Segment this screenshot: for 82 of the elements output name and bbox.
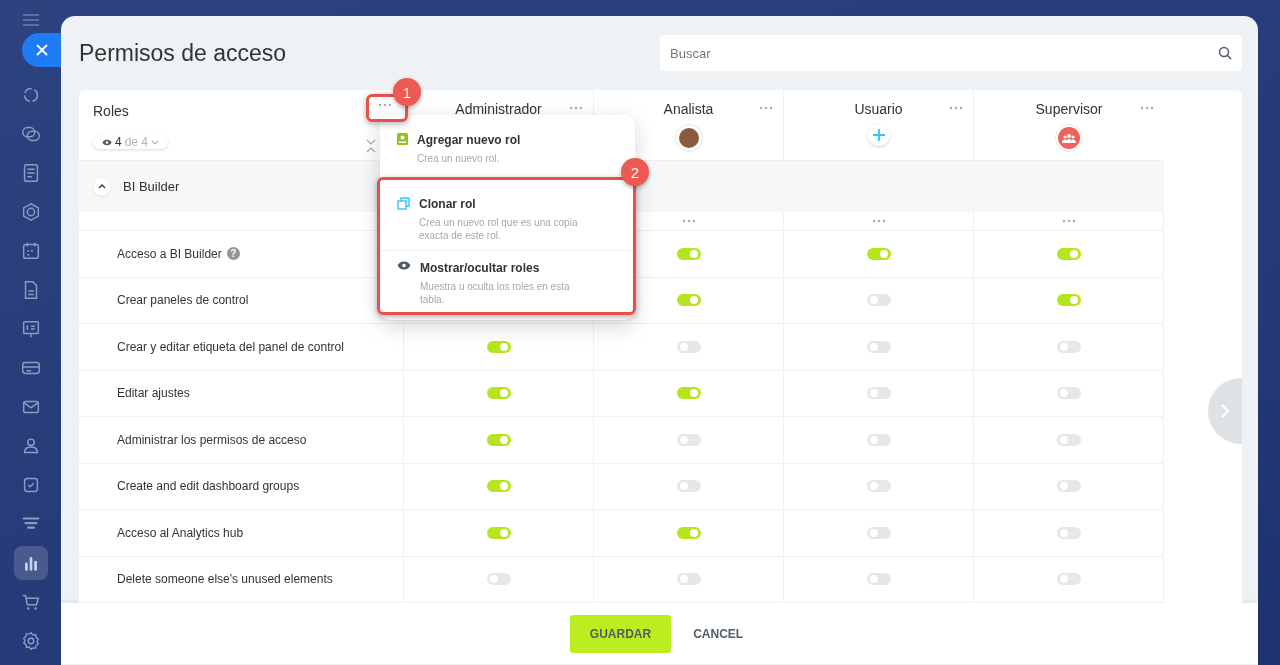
permission-label: Create and edit dashboard groups: [117, 479, 300, 494]
toggle-switch[interactable]: [676, 387, 701, 400]
toggle-switch[interactable]: [866, 480, 891, 493]
more-icon[interactable]: [569, 106, 583, 110]
role-name: Usuario: [854, 101, 903, 117]
window-title: Permisos de acceso: [79, 40, 287, 67]
collapse-icon[interactable]: [366, 139, 376, 153]
copy-icon: [397, 197, 410, 210]
save-button[interactable]: GUARDAR: [569, 614, 672, 653]
caret-icon: [151, 139, 160, 145]
section-title: BI Builder: [123, 179, 180, 194]
menu-item-description: Crea un nuevo rol que es una copia exacta de este rol.: [419, 216, 579, 242]
toggle-switch[interactable]: [866, 526, 891, 539]
roles-label: Roles: [93, 103, 129, 119]
toggle-switch[interactable]: [1056, 247, 1081, 260]
toggle-switch[interactable]: [1056, 480, 1081, 493]
more-icon[interactable]: [949, 106, 963, 110]
more-icon[interactable]: [1061, 219, 1076, 223]
toggle-switch[interactable]: [486, 433, 511, 446]
add-button[interactable]: [867, 124, 890, 146]
toggle-switch[interactable]: [1056, 294, 1081, 307]
toggle-switch[interactable]: [866, 340, 891, 353]
chevron-right-icon: [1220, 403, 1230, 419]
more-icon[interactable]: [1140, 106, 1154, 110]
menu-item[interactable]: Mostrar/ocultar roles: [420, 261, 595, 275]
more-icon[interactable]: [759, 106, 773, 110]
toggle-switch[interactable]: [676, 433, 701, 446]
permission-label: Delete someone else's unused elements: [117, 572, 333, 587]
toggle-switch[interactable]: [676, 247, 701, 260]
plus-icon: [871, 128, 886, 142]
eye-icon: [102, 138, 112, 146]
eye-icon: [397, 261, 411, 270]
toggle-switch[interactable]: [1056, 526, 1081, 539]
toggle-switch[interactable]: [866, 247, 891, 260]
menu-item-description: Crea un nuevo rol.: [417, 152, 501, 165]
more-icon[interactable]: [378, 103, 392, 107]
menu-item[interactable]: Agregar nuevo rol: [417, 133, 592, 147]
more-icon[interactable]: [871, 219, 886, 223]
role-name: Administrador: [455, 101, 542, 117]
toggle-switch[interactable]: [866, 573, 891, 586]
toggle-switch[interactable]: [486, 573, 511, 586]
role-name: Analista: [663, 101, 714, 117]
menu-icon[interactable]: [22, 14, 39, 26]
toggle-switch[interactable]: [1056, 387, 1081, 400]
toggle-switch[interactable]: [866, 433, 891, 446]
menu-item-description: Muestra u oculta los roles en esta tabla.: [420, 280, 571, 306]
step-badge: 1: [393, 78, 421, 106]
toggle-switch[interactable]: [676, 526, 701, 539]
toggle-switch[interactable]: [676, 573, 701, 586]
permission-label: Crear y editar etiqueta del panel de control: [117, 339, 344, 354]
close-button[interactable]: [22, 33, 62, 67]
permission-label: Administrar los permisos de acceso: [117, 432, 307, 447]
toggle-switch[interactable]: [486, 526, 511, 539]
caret-icon: [98, 184, 106, 189]
permission-label: Acceso al Analytics hub: [117, 525, 244, 540]
cancel-button[interactable]: CANCEL: [687, 625, 750, 642]
toggle-switch[interactable]: [866, 294, 891, 307]
toggle-switch[interactable]: [866, 387, 891, 400]
toggle-switch[interactable]: [486, 480, 511, 493]
group-avatar-icon: [1058, 127, 1080, 149]
toggle-switch[interactable]: [1056, 340, 1081, 353]
toggle-switch[interactable]: [676, 480, 701, 493]
permission-label: Crear paneles de control: [117, 293, 249, 308]
role-name: Supervisor: [1035, 101, 1103, 117]
visible-roles-dropdown[interactable]: 4 de 4: [93, 135, 169, 149]
menu-item[interactable]: Clonar rol: [419, 197, 594, 211]
permission-label: Editar ajustes: [117, 386, 190, 401]
search-icon[interactable]: [1218, 46, 1232, 60]
toggle-switch[interactable]: [1056, 573, 1081, 586]
collapse-toggle[interactable]: [93, 177, 111, 196]
toggle-switch[interactable]: [486, 340, 511, 353]
contact-book-icon: [397, 133, 408, 145]
more-icon[interactable]: [681, 219, 696, 223]
photo-placeholder: [678, 128, 699, 148]
close-icon: [36, 44, 48, 56]
toggle-switch[interactable]: [676, 294, 701, 307]
sidebar-item[interactable]: [13, 546, 48, 580]
permission-label: Acceso a BI Builder: [117, 246, 222, 261]
toggle-switch[interactable]: [1056, 433, 1081, 446]
search-field[interactable]: Buscar: [660, 35, 1242, 71]
toggle-switch[interactable]: [486, 387, 511, 400]
toggle-switch[interactable]: [676, 340, 701, 353]
